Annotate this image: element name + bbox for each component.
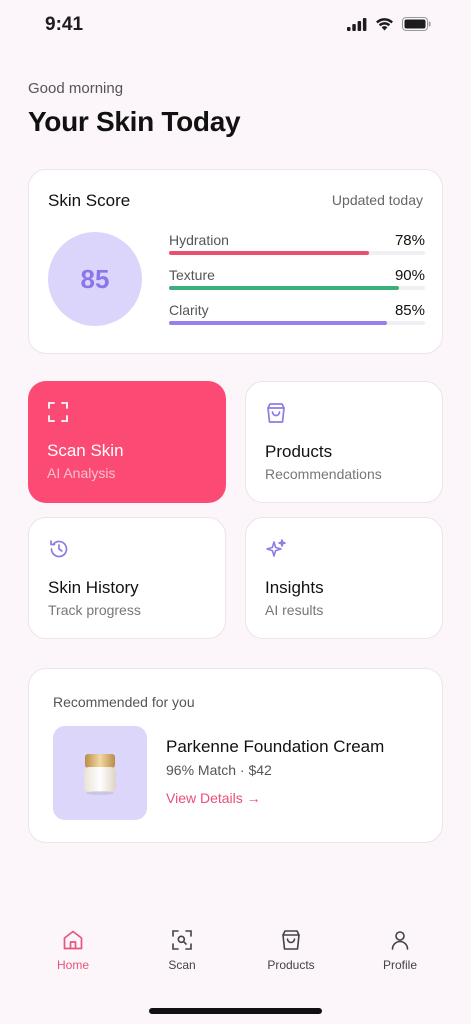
metric-value: 90%: [394, 267, 425, 284]
metric-texture: Texture 90%: [169, 267, 425, 297]
tile-title: Insights: [265, 578, 324, 597]
metric-bar-fill: [169, 321, 387, 325]
scan-skin-tile[interactable]: Scan Skin AI Analysis: [28, 381, 226, 503]
recommendation-card[interactable]: Recommended for you Parkenne Foundation …: [28, 668, 443, 843]
home-icon: [63, 930, 83, 950]
scan-icon: [172, 930, 192, 950]
product-meta: 96% Match · $42: [166, 762, 272, 778]
tile-title: Scan Skin: [47, 441, 124, 460]
view-details-link[interactable]: View Details →: [166, 790, 261, 806]
skin-score-title: Skin Score: [48, 191, 131, 210]
battery-icon: [402, 17, 431, 31]
metric-hydration: Hydration 78%: [169, 232, 425, 262]
skin-history-tile[interactable]: Skin History Track progress: [28, 517, 226, 639]
score-circle: 85: [48, 232, 142, 326]
greeting: Good morning: [28, 80, 124, 97]
metric-track: [169, 251, 425, 255]
nav-item-home[interactable]: Home: [28, 920, 118, 972]
shopping-bag-icon: [282, 930, 300, 950]
sparkle-icon: [266, 539, 286, 557]
metric-label: Hydration: [169, 232, 229, 248]
nav-label: Profile: [382, 958, 417, 972]
nav-item-scan[interactable]: Scan: [137, 920, 227, 972]
product-name: Parkenne Foundation Cream: [166, 737, 385, 756]
user-icon: [391, 931, 409, 950]
tile-title: Skin History: [48, 578, 139, 597]
status-icons: [347, 17, 431, 31]
metric-bar-fill: [169, 251, 369, 255]
updated-label: Updated today: [331, 192, 423, 208]
tile-subtitle: AI results: [265, 602, 324, 618]
metric-value: 85%: [394, 302, 425, 319]
cream-jar-icon: [84, 754, 116, 795]
tile-title: Products: [265, 442, 333, 461]
score-value: 85: [80, 263, 110, 294]
tile-subtitle: Track progress: [48, 602, 141, 618]
nav-label: Scan: [168, 958, 196, 972]
status-time: 9:41: [45, 14, 84, 35]
scan-frame-icon: [48, 402, 68, 422]
insights-tile[interactable]: Insights AI results: [245, 517, 443, 639]
recommendation-heading: Recommended for you: [53, 694, 195, 710]
page-title: Your Skin Today: [28, 106, 241, 137]
wifi-icon: [376, 18, 393, 31]
status-bar: 9:41: [0, 0, 471, 52]
signal-icon: [347, 17, 367, 31]
history-clock-icon: [50, 540, 68, 558]
products-tile[interactable]: Products Recommendations: [245, 381, 443, 503]
nav-item-profile[interactable]: Profile: [355, 920, 445, 972]
metric-clarity: Clarity 85%: [169, 302, 425, 332]
home-indicator: [149, 1008, 322, 1014]
nav-item-products[interactable]: Products: [246, 920, 336, 972]
metric-value: 78%: [394, 232, 425, 249]
nav-label: Products: [267, 958, 315, 972]
metric-label: Texture: [169, 267, 215, 283]
tile-subtitle: AI Analysis: [47, 465, 116, 481]
nav-label: Home: [56, 958, 89, 972]
metric-label: Clarity: [169, 302, 209, 318]
skin-score-card: Skin Score Updated today 85 Hydration 78…: [28, 169, 443, 354]
bottom-nav: Home Scan Products Profile: [0, 920, 471, 990]
tile-subtitle: Recommendations: [265, 466, 382, 482]
product-image: [53, 726, 147, 820]
metric-track: [169, 321, 425, 325]
metric-bar-fill: [169, 286, 400, 290]
shopping-bag-icon: [267, 403, 285, 423]
metric-track: [169, 286, 425, 290]
